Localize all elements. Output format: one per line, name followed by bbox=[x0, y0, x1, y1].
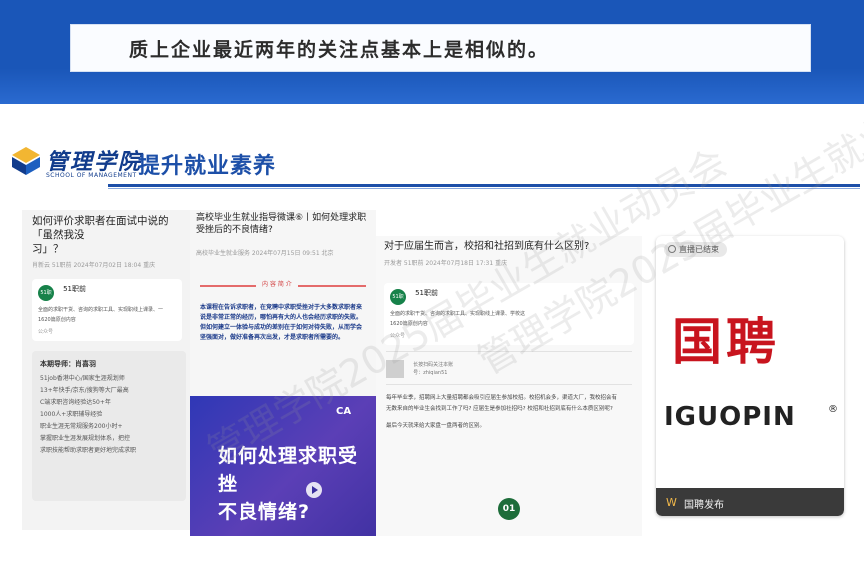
qr-caption: 长按扫码关注本账 号：zhiqian51 bbox=[413, 361, 454, 376]
divider bbox=[386, 351, 632, 352]
article-title: 高校毕业生就业指导微课⑥丨如何处理求职受挫后的不良情绪? bbox=[196, 213, 367, 235]
mentor-line: 求职技能帮助求职者更好地完成求职 bbox=[40, 447, 137, 454]
account-type: 公众号 bbox=[38, 329, 54, 335]
account-avatar: 51职前 bbox=[390, 289, 406, 316]
article-meta: 开发者 51职前 2024年07月18日 17:31 重庆 bbox=[384, 260, 508, 267]
mentor-line: C端求职咨询经验达50+年 bbox=[40, 399, 111, 406]
article-screenshot-2: 高校毕业生就业指导微课⑥丨如何处理求职受挫后的不良情绪? 高校毕业生就业服务 2… bbox=[190, 210, 376, 536]
article-screenshot-1: 如何评价求职者在面试中说的「虽然我没 习」？ 肖新云 51职前 2024年07月… bbox=[22, 210, 192, 530]
content-intro-label: 内 容 简 介 bbox=[256, 279, 298, 288]
live-ended-badge: 直播已结束 bbox=[664, 242, 727, 257]
account-desc: 全面的求职干货、咨询的求职工具、实现职线上课录、一 bbox=[38, 307, 164, 313]
account-name: 51职前 bbox=[415, 289, 439, 297]
mentor-line: 掌握职业生涯发展规划体系，把控 bbox=[40, 435, 131, 442]
account-name: 51职前 bbox=[63, 285, 87, 293]
iguopin-logo-en: IGUOPIN bbox=[664, 402, 796, 432]
article-screenshot-3: 对于应届生而言，校招和社招到底有什么区别? 开发者 51职前 2024年07月1… bbox=[376, 236, 642, 536]
account-card: 51职前 51职前 全面的求职干货、咨询的求职工具、实现职线上课录、学校这 16… bbox=[384, 283, 634, 345]
school-logo-subtitle: SCHOOL OF MANAGEMENT bbox=[46, 172, 137, 179]
account-count: 1620篇原创内容 bbox=[390, 321, 428, 327]
slide-title: 提升就业素养 bbox=[138, 154, 277, 179]
mentor-line: 1000人+求职辅导经验 bbox=[40, 411, 103, 418]
mentor-line: 职业生涯无常规服务200小时+ bbox=[40, 423, 123, 430]
live-icon bbox=[668, 245, 676, 253]
school-logo-icon bbox=[12, 147, 40, 175]
slide-gap bbox=[0, 104, 864, 126]
account-avatar: 51职前 bbox=[38, 285, 54, 312]
slide-caption: 质上企业最近两年的关注点基本上是相似的。 bbox=[70, 24, 811, 72]
publisher-icon: W bbox=[666, 496, 677, 509]
live-stream-card[interactable]: 直播已结束 国聘 IGUOPIN ® W 国聘发布 bbox=[656, 236, 844, 516]
video-cover[interactable]: CA 如何处理求职受挫 不良情绪? bbox=[190, 396, 376, 536]
article-meta: 肖新云 51职前 2024年07月02日 18:04 重庆 bbox=[32, 262, 156, 269]
article-meta: 高校毕业生就业服务 2024年07月15日 09:51 北京 bbox=[196, 250, 334, 257]
play-icon[interactable] bbox=[306, 482, 322, 498]
article-body: 每年毕业季，招聘网上大量招聘都会吸引应届生参加校招。校招机会多，渠道大厂，我校招… bbox=[386, 394, 618, 429]
article-title: 如何评价求职者在面试中说的「虽然我没 习」？ bbox=[32, 215, 169, 255]
section-number-badge: 01 bbox=[498, 498, 520, 520]
qr-code-icon bbox=[386, 359, 404, 378]
iguopin-logo-cn: 国聘 bbox=[672, 312, 780, 371]
mentor-line: 13+年快手/京东/搜狗等大厂最高 bbox=[40, 387, 129, 394]
bottom-margin bbox=[0, 536, 864, 575]
video-caption: 如何处理求职受挫 不良情绪? bbox=[218, 445, 359, 523]
title-rule-thin bbox=[108, 188, 860, 189]
slide-shade bbox=[0, 68, 864, 104]
mentor-title: 本期导师：肖喜羽 bbox=[40, 360, 96, 368]
account-count: 1620篇原创内容 bbox=[38, 317, 76, 323]
article-title: 对于应届生而言，校招和社招到底有什么区别? bbox=[384, 241, 590, 252]
current-slide: 管理学院 SCHOOL OF MANAGEMENT 提升就业素养 如何评价求职者… bbox=[0, 50, 864, 536]
publisher-name: 国聘发布 bbox=[684, 500, 724, 511]
divider bbox=[386, 383, 632, 385]
content-intro-text: 本课程在告诉求职者，在竞聘中求职受挫对于大多数求职者来说是非常正常的经历，哪怕再… bbox=[200, 304, 363, 341]
mentor-intro: 本期导师：肖喜羽 51job香港中心/国家生涯规划师 13+年快手/京东/搜狗等… bbox=[32, 351, 186, 501]
card-footer: W 国聘发布 bbox=[656, 488, 844, 516]
cover-logo: CA bbox=[336, 406, 352, 417]
qr-row: 长按扫码关注本账 号：zhiqian51 bbox=[386, 358, 632, 378]
previous-slide: 质上企业最近两年的关注点基本上是相似的。 bbox=[0, 0, 864, 104]
account-desc: 全面的求职干货、咨询的求职工具、实现职线上课录、学校这 bbox=[390, 311, 526, 317]
account-type: 公众号 bbox=[390, 333, 406, 339]
registered-mark: ® bbox=[828, 404, 838, 415]
title-rule bbox=[108, 184, 860, 187]
mentor-line: 51job香港中心/国家生涯规划师 bbox=[40, 375, 125, 382]
content-intro-header: 内 容 简 介 bbox=[200, 271, 366, 303]
account-card: 51职前 51职前 全面的求职干货、咨询的求职工具、实现职线上课录、一 1620… bbox=[32, 279, 182, 341]
